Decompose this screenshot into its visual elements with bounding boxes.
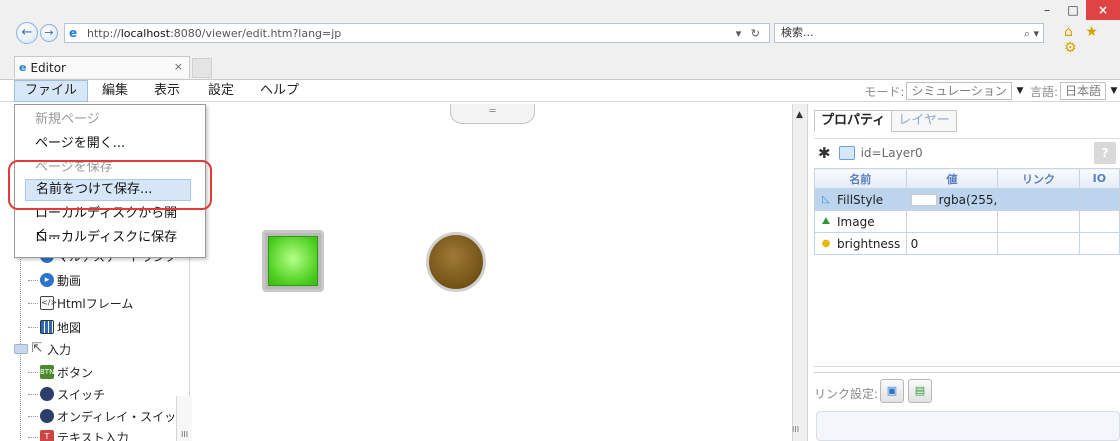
tree-item-video[interactable]: ▸ 動画 xyxy=(28,270,81,290)
column-header-name: 名前 xyxy=(814,168,907,189)
table-row[interactable]: ● brightness 0 xyxy=(814,232,1120,255)
link-preview-icon[interactable]: ▤ xyxy=(908,379,932,403)
text-input-icon: T xyxy=(40,430,54,441)
image-icon: ⛰ xyxy=(821,216,831,227)
menu-file[interactable]: ファイル xyxy=(14,80,89,102)
column-header-link: リンク xyxy=(997,168,1080,189)
video-icon: ▸ xyxy=(40,273,54,287)
refresh-icon[interactable]: ▾ ↻ xyxy=(736,27,763,40)
maximize-button[interactable]: □ xyxy=(1060,0,1086,20)
tree-item-button[interactable]: BTN ボタン xyxy=(28,362,93,382)
menu-settings[interactable]: 設定 xyxy=(206,80,236,102)
ie-page-icon: e xyxy=(69,26,78,40)
link-settings-label: リンク設定: xyxy=(814,387,879,401)
menu-help[interactable]: ヘルプ xyxy=(258,80,301,102)
tab-layers[interactable]: レイヤー xyxy=(891,110,957,132)
new-tab-button[interactable] xyxy=(192,58,212,78)
menu-view[interactable]: 表示 xyxy=(152,80,182,102)
language-label: 言語: xyxy=(1029,84,1058,99)
folder-icon xyxy=(14,344,28,354)
ie-tab-icon: e xyxy=(19,61,27,74)
canvas-vertical-scrollbar[interactable]: ▲ xyxy=(792,104,808,441)
properties-tabs: プロパティ レイヤー xyxy=(814,110,957,132)
menu-item-open-page[interactable]: ページを開く... xyxy=(25,133,191,155)
tree-folder-input[interactable]: ⇱ 入力 xyxy=(14,339,71,359)
tree-item-ondelay-switch[interactable]: オンディレイ・スイッチ xyxy=(28,406,188,426)
column-header-value: 値 xyxy=(905,168,999,189)
tab-editor[interactable]: e Editor × xyxy=(14,56,190,78)
close-window-button[interactable]: × xyxy=(1086,0,1120,20)
fillstyle-icon: ◺ xyxy=(822,194,830,205)
url-text: http://localhost:8080/viewer/edit.htm?la… xyxy=(87,26,342,40)
address-bar[interactable]: e http://localhost:8080/viewer/edit.htm?… xyxy=(64,23,770,43)
link-edit-icon[interactable]: ▣ xyxy=(880,379,904,403)
scroll-up-icon[interactable]: ▲ xyxy=(796,110,803,120)
brightness-icon: ● xyxy=(821,238,831,249)
color-swatch[interactable] xyxy=(910,194,937,206)
properties-panel: プロパティ レイヤー ✱ id=Layer0 ? 名前 値 リンク IO ◺ Fi… xyxy=(810,104,1120,441)
ondelay-switch-icon xyxy=(40,409,54,423)
tree-item-map[interactable]: 地図 xyxy=(28,317,81,337)
round-lamp-widget[interactable] xyxy=(426,232,486,292)
element-id: id=Layer0 xyxy=(860,145,923,160)
language-select[interactable]: 日本語 xyxy=(1059,82,1106,100)
red-highlight-annotation xyxy=(8,160,212,210)
link-settings-section: リンク設定: ▣ ▤ xyxy=(814,372,1120,441)
search-icon[interactable]: ⌕ ▾ xyxy=(1024,25,1039,43)
button-icon: BTN xyxy=(40,365,54,379)
menu-item-save-local[interactable]: ローカルディスクに保存 xyxy=(25,227,191,249)
table-row[interactable]: ⛰ Image xyxy=(814,210,1120,233)
tree-horizontal-scrollbar[interactable]: III xyxy=(176,396,192,441)
layer-icon xyxy=(838,145,855,160)
html-frame-icon: </> xyxy=(40,296,57,310)
tree-item-switch[interactable]: スイッチ xyxy=(28,384,105,404)
mode-label: モード: xyxy=(864,84,905,99)
menu-edit[interactable]: 編集 xyxy=(100,80,130,102)
canvas-scroll-grip[interactable]: III xyxy=(792,425,799,434)
menu-item-new-page[interactable]: 新規ページ xyxy=(25,109,191,131)
table-row[interactable]: ◺ FillStyle rgba(255, xyxy=(814,188,1120,211)
forward-button[interactable]: → xyxy=(40,24,58,42)
window-controls: – □ × xyxy=(1034,0,1120,22)
switch-icon xyxy=(40,387,54,401)
tab-properties[interactable]: プロパティ xyxy=(814,110,893,132)
app-menubar: ファイル 編集 表示 設定 ヘルプ モード: シミュレーション ▼ 言語: 日本… xyxy=(0,80,1120,102)
browser-chrome: – □ × ← → e http://localhost:8080/viewer… xyxy=(0,0,1120,80)
link-settings-box[interactable] xyxy=(816,411,1120,441)
home-favorites-tools-icons[interactable]: ⌂ ★ ⚙ xyxy=(1064,24,1120,56)
help-button[interactable]: ? xyxy=(1094,142,1116,164)
language-dropdown-icon[interactable]: ▼ xyxy=(1108,82,1120,100)
map-icon xyxy=(40,320,54,334)
toolbar-collapse-handle[interactable]: ═ xyxy=(450,104,535,124)
mode-dropdown-icon[interactable]: ▼ xyxy=(1014,82,1026,100)
tree-item-html-frame[interactable]: </> Htmlフレーム xyxy=(28,293,133,313)
gear-icon[interactable]: ✱ xyxy=(818,144,831,162)
cursor-icon: ⇱ xyxy=(31,341,43,356)
minimize-button[interactable]: – xyxy=(1034,0,1060,20)
properties-table: 名前 値 リンク IO ◺ FillStyle rgba(255, ⛰ Image … xyxy=(814,168,1120,255)
tab-title: Editor xyxy=(30,60,66,75)
properties-toolbar: ✱ id=Layer0 ? xyxy=(814,138,1120,166)
green-lamp-widget[interactable] xyxy=(262,230,324,292)
back-button[interactable]: ← xyxy=(16,22,38,44)
tree-item-text-input[interactable]: T テキスト入力 xyxy=(28,427,129,441)
search-input[interactable]: 検索... ⌕ ▾ xyxy=(774,23,1044,43)
column-header-io: IO xyxy=(1078,168,1120,189)
mode-select[interactable]: シミュレーション xyxy=(906,82,1012,100)
tab-close-icon[interactable]: × xyxy=(174,60,183,73)
mode-language-area: モード: シミュレーション ▼ 言語: 日本語 ▼ xyxy=(864,82,1120,100)
